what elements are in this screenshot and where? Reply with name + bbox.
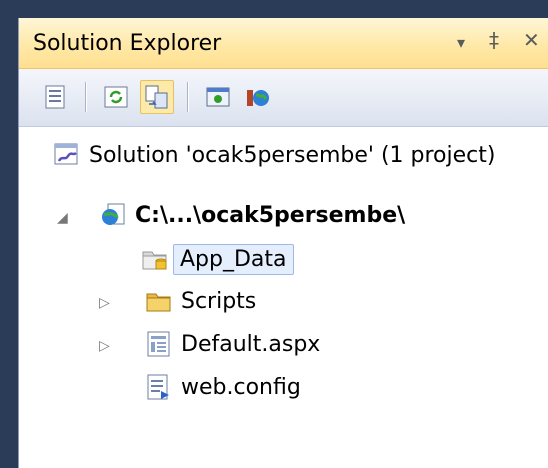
dropdown-icon[interactable]: ▾ <box>457 33 465 52</box>
solution-explorer-panel: Solution Explorer ▾ ‡ ✕ Solution 'ocak5p… <box>18 18 548 468</box>
expand-triangle-icon[interactable]: ▷ <box>99 338 110 354</box>
pin-icon[interactable]: ‡ <box>489 28 499 52</box>
tree-item-label: C:\...\ocak5persembe\ <box>135 202 406 228</box>
app-data-folder-icon <box>142 251 167 270</box>
refresh-button[interactable] <box>99 80 133 114</box>
collapse-triangle-icon[interactable]: ◢ <box>57 210 68 226</box>
properties-icon <box>45 85 65 109</box>
solution-icon <box>54 143 78 165</box>
config-file-icon <box>147 374 169 400</box>
tree-item-label: Solution 'ocak5persembe' (1 project) <box>89 142 496 168</box>
panel-title: Solution Explorer <box>33 31 222 56</box>
properties-button[interactable] <box>39 80 73 114</box>
folder-icon <box>146 293 171 312</box>
tree-item-scripts[interactable]: Scripts <box>145 282 256 320</box>
show-all-files-button[interactable] <box>140 80 174 114</box>
tree-item-label: Scripts <box>181 288 257 314</box>
tree-item-label: Default.aspx <box>181 331 321 357</box>
refresh-icon <box>104 86 128 108</box>
toolbar <box>19 69 548 127</box>
tree-item-label: App_Data <box>173 243 294 275</box>
expand-triangle-icon[interactable]: ▷ <box>99 295 110 311</box>
tree-item-web-config[interactable]: web.config <box>145 368 301 406</box>
tree-item-solution[interactable]: Solution 'ocak5persembe' (1 project) <box>53 136 495 174</box>
view-designer-icon <box>206 87 230 107</box>
aspx-file-icon <box>147 331 170 357</box>
tree-item-project[interactable]: C:\...\ocak5persembe\ <box>99 196 405 234</box>
web-project-icon <box>102 203 125 225</box>
copy-web-site-button[interactable] <box>241 80 275 114</box>
tree-item-default-aspx[interactable]: Default.aspx <box>145 325 320 363</box>
panel-titlebar: Solution Explorer ▾ ‡ ✕ <box>19 18 548 69</box>
view-designer-button[interactable] <box>201 80 235 114</box>
show-all-files-icon <box>145 85 168 109</box>
copy-web-site-icon <box>247 90 269 106</box>
tree-item-app-data[interactable]: App_Data <box>141 240 294 278</box>
tree-item-label: web.config <box>181 374 301 400</box>
close-icon[interactable]: ✕ <box>523 28 540 52</box>
